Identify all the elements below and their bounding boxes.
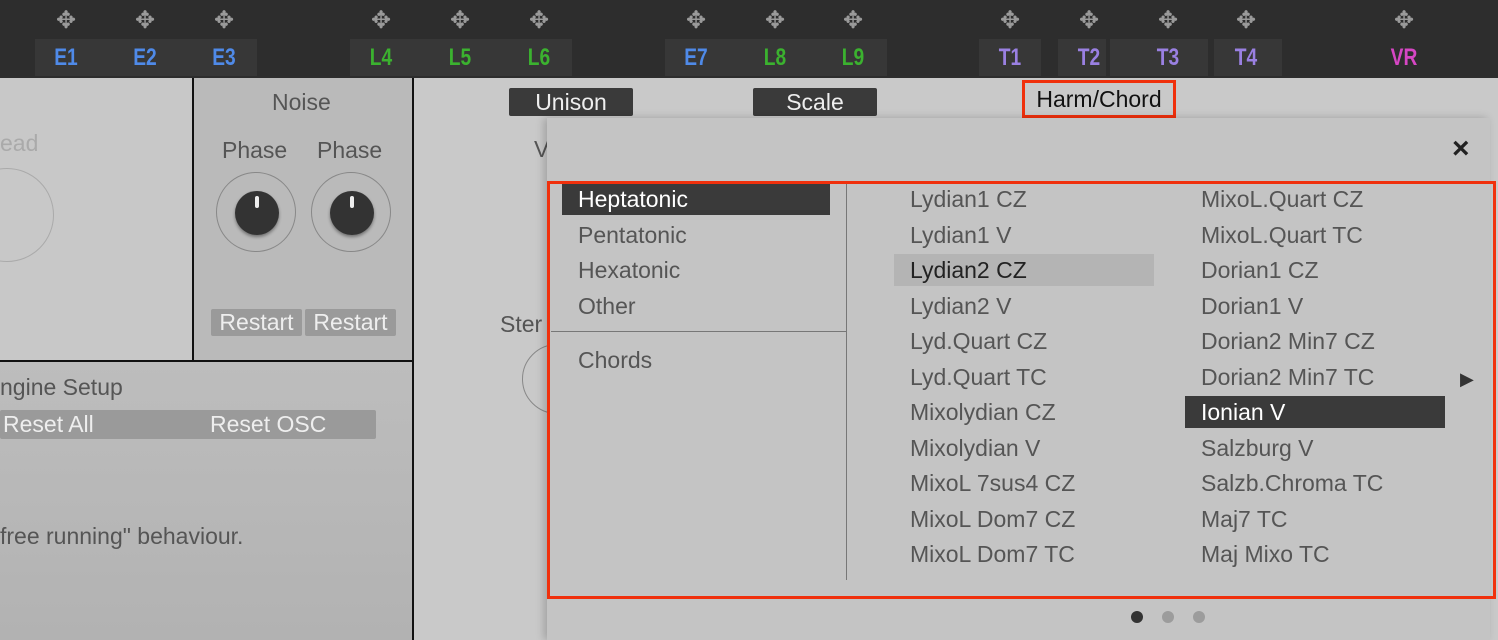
macro-label: T2 — [1077, 44, 1101, 71]
move-icon[interactable]: ✥ — [980, 6, 1040, 35]
macro-label: T4 — [1234, 44, 1258, 71]
reset-all-button[interactable]: Reset All — [3, 410, 94, 439]
spread-label: ead — [0, 130, 39, 156]
harm-chord-tab[interactable]: Harm/Chord — [1022, 80, 1176, 118]
macro-slot-l4[interactable]: ✥ L4 — [351, 0, 411, 78]
stereo-label: Ster — [500, 311, 543, 337]
phase-label-1: Phase — [222, 137, 288, 163]
macro-slot-t2[interactable]: ✥ T2 — [1059, 0, 1119, 78]
macro-label: L5 — [448, 44, 472, 71]
macro-label: E1 — [54, 44, 78, 71]
macro-slot-l9[interactable]: ✥ L9 — [823, 0, 883, 78]
restart-button-1[interactable]: Restart — [211, 309, 302, 336]
engine-note: free running" behaviour. — [0, 523, 244, 549]
move-icon[interactable]: ✥ — [194, 6, 254, 35]
move-icon[interactable]: ✥ — [1216, 6, 1276, 35]
macro-slot-e1[interactable]: ✥ E1 — [36, 0, 96, 78]
engine-setup-title: ngine Setup — [0, 374, 123, 400]
phase-knob-1[interactable] — [216, 172, 296, 252]
macro-slot-l8[interactable]: ✥ L8 — [745, 0, 805, 78]
macro-slot-t4[interactable]: ✥ T4 — [1216, 0, 1276, 78]
move-icon[interactable]: ✥ — [509, 6, 569, 35]
macro-label: L6 — [527, 44, 551, 71]
engine-setup-panel: ngine Setup Reset All Reset OSC free run… — [0, 360, 414, 640]
macro-bar: ✥ E1 ✥ E2 ✥ E3 ✥ L4 ✥ L5 ✥ L6 ✥ E7 ✥ L8 ✥ L9 ✥ T1 ✥ T2 ✥ T3 ✥ T4 ✥… — [0, 0, 1498, 78]
scale-tab[interactable]: Scale — [753, 88, 877, 116]
macro-label: T3 — [1156, 44, 1180, 71]
macro-label: T1 — [998, 44, 1022, 71]
move-icon[interactable]: ✥ — [666, 6, 726, 35]
spread-knob[interactable] — [0, 168, 54, 262]
macro-slot-e3[interactable]: ✥ E3 — [194, 0, 254, 78]
macro-label: L8 — [763, 44, 787, 71]
move-icon[interactable]: ✥ — [1374, 6, 1434, 35]
move-icon[interactable]: ✥ — [430, 6, 490, 35]
macro-slot-l6[interactable]: ✥ L6 — [509, 0, 569, 78]
noise-title: Noise — [272, 89, 331, 115]
close-icon[interactable]: × — [1452, 132, 1470, 166]
restart-button-2[interactable]: Restart — [305, 309, 396, 336]
page-dot[interactable] — [1193, 611, 1205, 623]
unison-tab[interactable]: Unison — [509, 88, 633, 116]
page-dot[interactable] — [1131, 611, 1143, 623]
move-icon[interactable]: ✥ — [745, 6, 805, 35]
macro-label: L9 — [841, 44, 865, 71]
macro-label: E7 — [684, 44, 708, 71]
macro-label: VR — [1390, 44, 1418, 71]
macro-slot-l5[interactable]: ✥ L5 — [430, 0, 490, 78]
spread-panel: ead — [0, 78, 194, 360]
macro-label: L4 — [369, 44, 393, 71]
macro-slot-e7[interactable]: ✥ E7 — [666, 0, 726, 78]
phase-label-2: Phase — [317, 137, 383, 163]
reset-osc-button[interactable]: Reset OSC — [210, 410, 326, 439]
page-dot[interactable] — [1162, 611, 1174, 623]
move-icon[interactable]: ✥ — [823, 6, 883, 35]
macro-slot-e2[interactable]: ✥ E2 — [115, 0, 175, 78]
macro-slot-t3[interactable]: ✥ T3 — [1138, 0, 1198, 78]
macro-slot-t1[interactable]: ✥ T1 — [980, 0, 1040, 78]
move-icon[interactable]: ✥ — [1059, 6, 1119, 35]
noise-panel: Noise Phase Phase Restart Restart — [194, 78, 414, 360]
highlight-box — [547, 181, 1496, 599]
macro-label: E2 — [133, 44, 157, 71]
macro-slot-vr[interactable]: ✥ VR — [1374, 0, 1434, 78]
macro-label: E3 — [212, 44, 236, 71]
move-icon[interactable]: ✥ — [351, 6, 411, 35]
move-icon[interactable]: ✥ — [1138, 6, 1198, 35]
move-icon[interactable]: ✥ — [36, 6, 96, 35]
reset-bar: Reset All Reset OSC — [0, 410, 376, 439]
phase-knob-2[interactable] — [311, 172, 391, 252]
move-icon[interactable]: ✥ — [115, 6, 175, 35]
